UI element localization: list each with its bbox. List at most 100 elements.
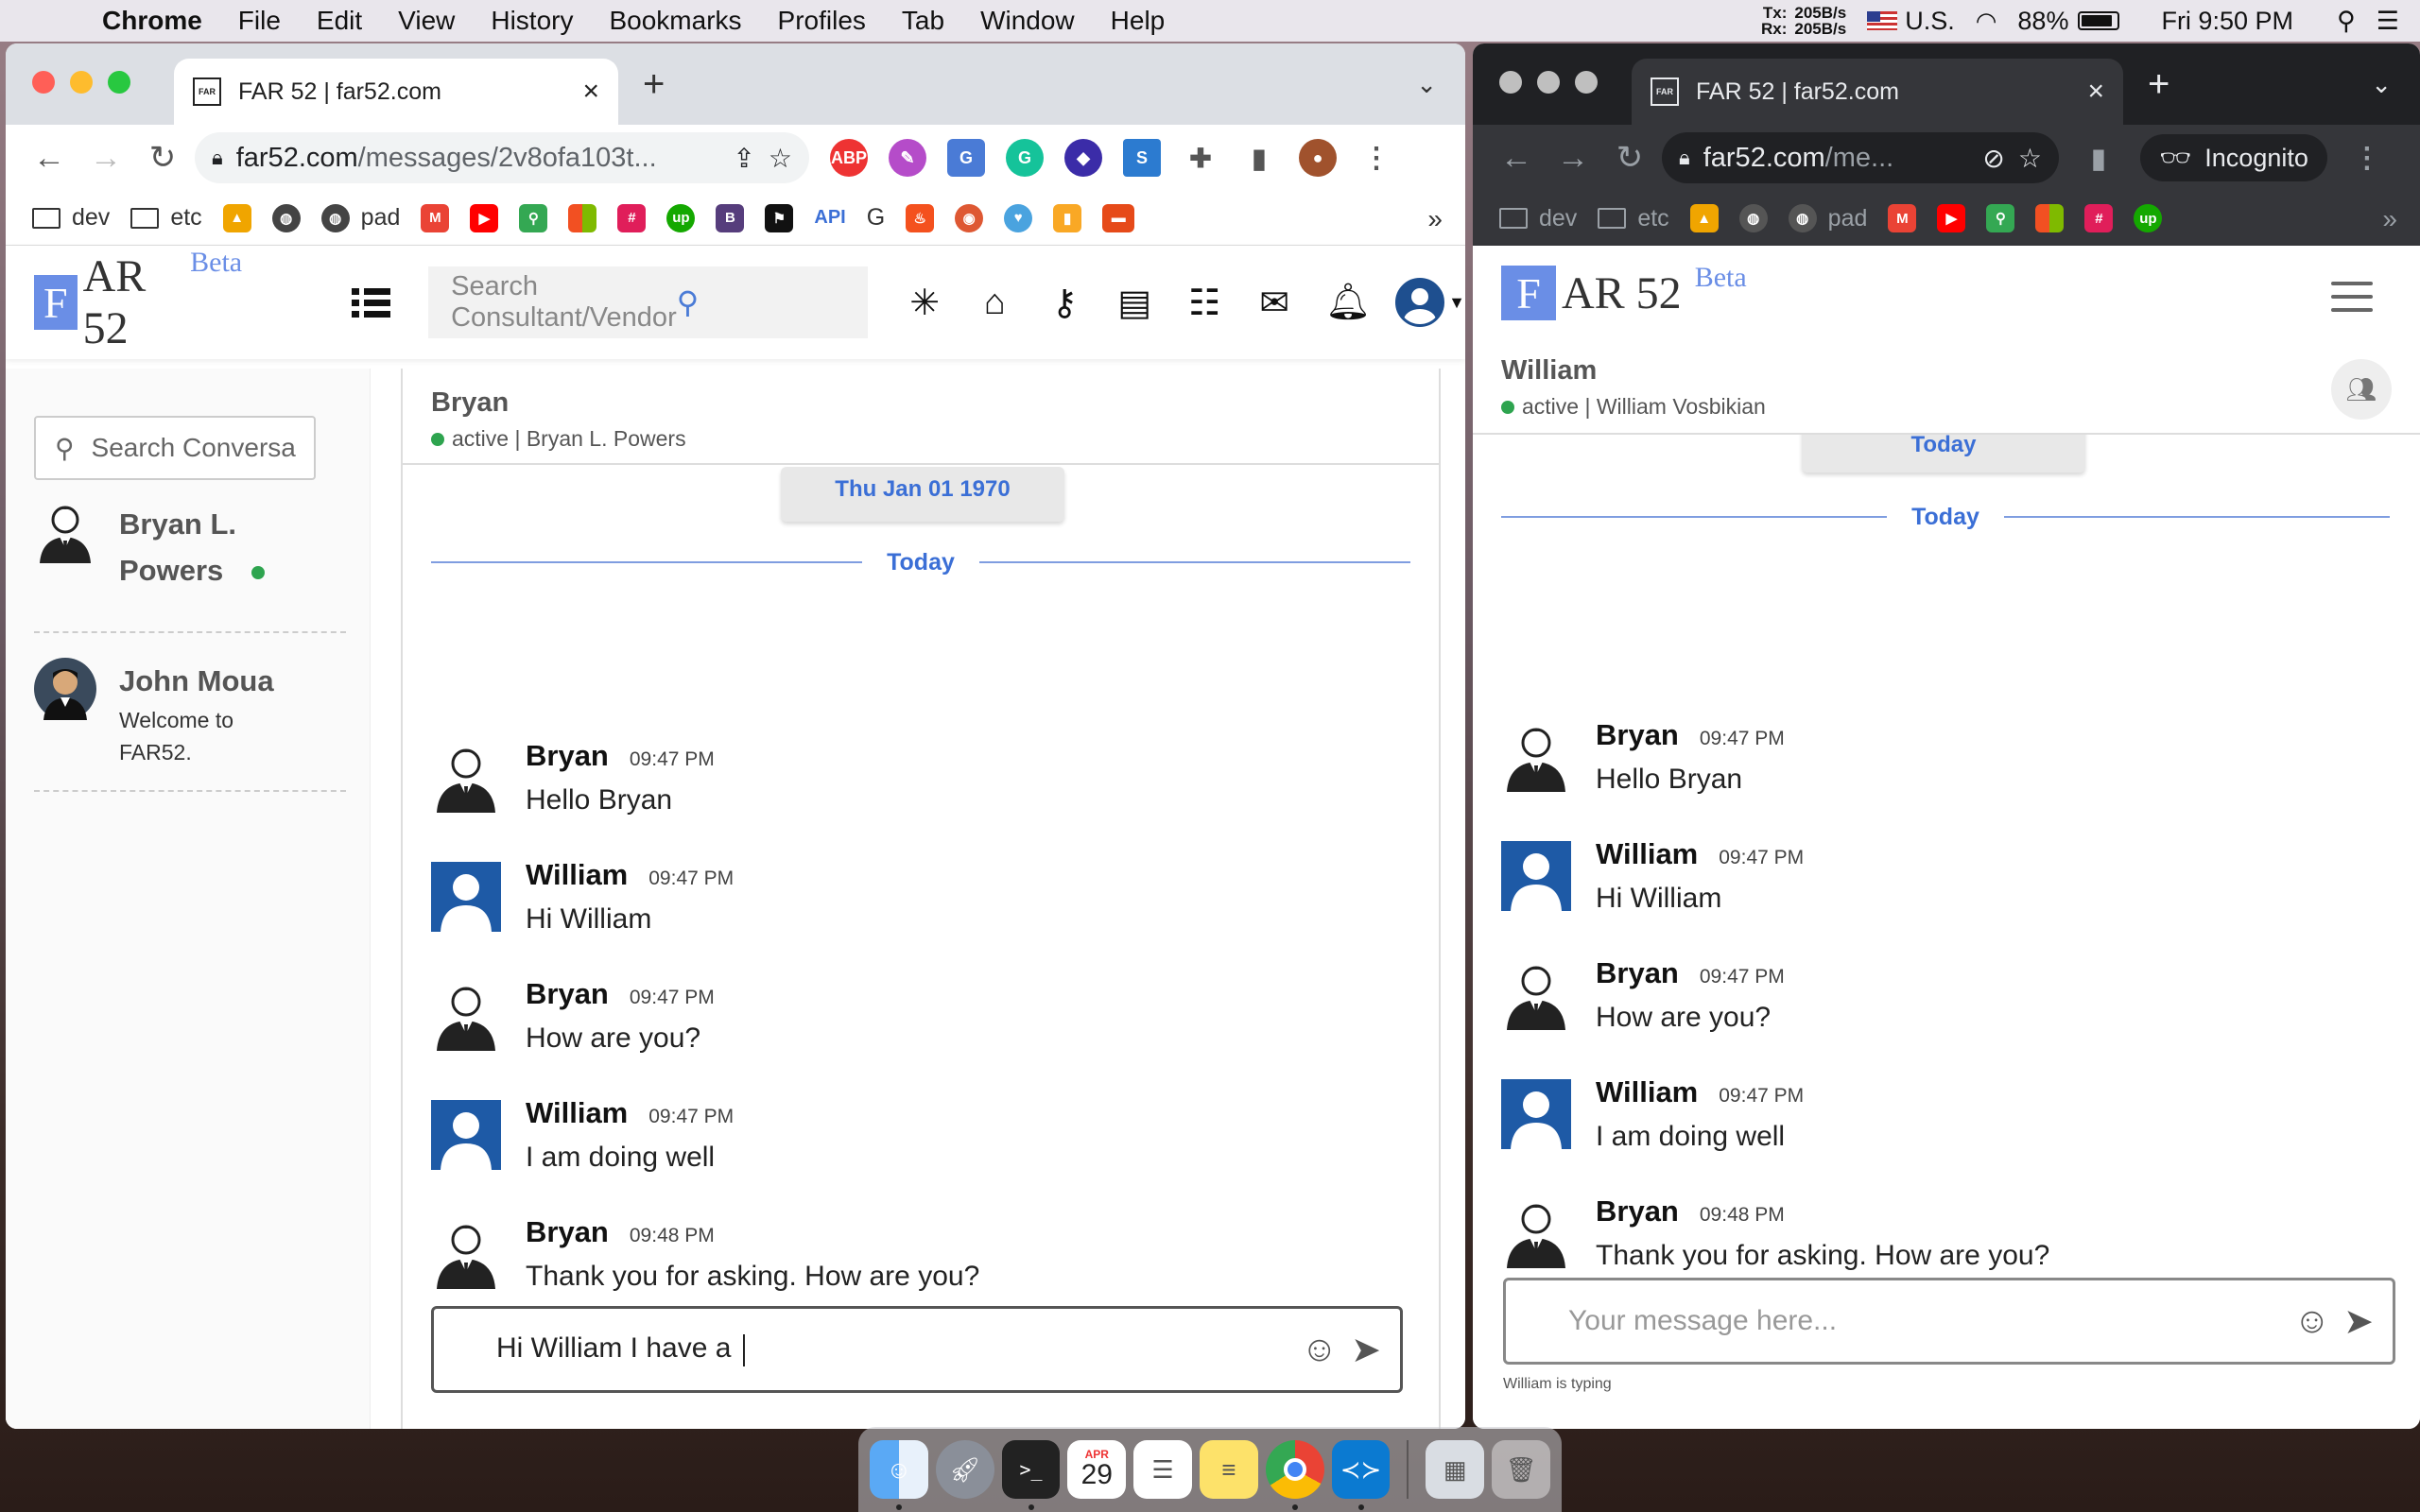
upwork-bookmark-icon[interactable]: up [2134, 204, 2163, 232]
emoji-icon[interactable]: ☺ [2293, 1301, 2330, 1342]
menu-help[interactable]: Help [1111, 6, 1166, 36]
slack-bookmark-icon[interactable]: # [2084, 204, 2114, 232]
tab-close-icon[interactable]: × [2087, 76, 2104, 108]
bookmark-folder-etc[interactable]: etc [130, 204, 202, 232]
address-bar[interactable]: 🔒︎ far52.com/messages/2v8ofa103t... ⇪ ☆ [195, 132, 809, 183]
calendar-icon[interactable]: APR 29 [1067, 1440, 1127, 1499]
send-icon[interactable]: ➤ [2343, 1300, 2374, 1343]
reload-button[interactable]: ↻ [138, 139, 187, 177]
notes-icon[interactable]: ≡ [1199, 1440, 1258, 1499]
back-button[interactable]: ← [1492, 140, 1541, 177]
globe-bookmark-icon[interactable]: ◍ [271, 203, 301, 232]
reload-button[interactable]: ↻ [1605, 139, 1654, 177]
layers-extension-icon[interactable]: ◆ [1064, 139, 1102, 177]
bookmarks-overflow-icon[interactable]: » [2382, 204, 2397, 234]
analytics-bookmark-icon[interactable]: ▮ [1053, 203, 1082, 232]
close-window-button[interactable] [1499, 71, 1522, 94]
slack-bookmark-icon[interactable]: # [617, 203, 647, 232]
duckduckgo-bookmark-icon[interactable]: ◉ [955, 203, 984, 232]
address-bar[interactable]: 🔒︎ far52.com/me... ⊘ ☆ [1662, 132, 2059, 183]
back-button[interactable]: ← [25, 140, 74, 177]
zoom-window-button[interactable] [108, 71, 130, 94]
extensions-puzzle-icon[interactable]: ✚ [1182, 139, 1219, 177]
tab-close-icon[interactable]: × [582, 76, 599, 108]
bootstrap-bookmark-icon[interactable]: B [716, 203, 745, 232]
bookmark-star-icon[interactable]: ☆ [769, 143, 792, 174]
chrome-icon[interactable] [1265, 1440, 1324, 1510]
clock[interactable]: Fri 9:50 PM [2161, 7, 2293, 36]
list-view-icon[interactable] [352, 287, 391, 318]
search-icon[interactable]: ⚲ [677, 284, 845, 320]
battery-icon[interactable] [2078, 11, 2120, 30]
bookmark-folder-dev[interactable]: dev [1499, 205, 1577, 232]
menu-window[interactable]: Window [980, 6, 1075, 36]
tracking-blocked-eye-icon[interactable]: ⊘ [1982, 143, 2004, 174]
far52-logo[interactable]: F AR 52 Beta [34, 247, 242, 354]
user-avatar[interactable] [1395, 278, 1445, 327]
forward-button[interactable]: → [81, 140, 130, 177]
control-center-icon[interactable]: ☰ [2377, 7, 2399, 36]
minimize-window-button[interactable] [1537, 71, 1560, 94]
menu-history[interactable]: History [491, 6, 573, 36]
menu-tab[interactable]: Tab [902, 6, 944, 36]
menu-profiles[interactable]: Profiles [778, 6, 866, 36]
menu-file[interactable]: File [238, 6, 281, 36]
bookmark-api[interactable]: API [814, 207, 845, 229]
menu-bookmarks[interactable]: Bookmarks [609, 6, 741, 36]
people-icon[interactable]: ☷ [1185, 282, 1223, 324]
pma-bookmark-icon[interactable]: ▲ [1689, 204, 1719, 232]
conversation-item[interactable]: Bryan L. Powers [34, 501, 346, 593]
launchpad-icon[interactable]: 🚀︎ [935, 1440, 994, 1499]
chrome-menu-icon[interactable]: ⋮ [1357, 139, 1395, 177]
chrome-menu-icon[interactable]: ⋮ [2348, 139, 2386, 177]
bookmark-g[interactable]: G [867, 204, 885, 232]
microsoft-bookmark-icon[interactable] [568, 203, 597, 232]
heart-bookmark-icon[interactable]: ♥ [1004, 203, 1033, 232]
tool-bookmark-icon[interactable]: ▬ [1102, 203, 1135, 232]
network-monitor[interactable]: Tx: 205B/s Rx: 205B/s [1761, 5, 1846, 37]
news-icon[interactable]: ▤ [1115, 282, 1153, 324]
wifi-icon[interactable]: ◠ [1976, 7, 1997, 36]
bookmark-star-icon[interactable]: ☆ [2018, 143, 2042, 174]
upwork-bookmark-icon[interactable]: up [666, 203, 696, 232]
lock-icon[interactable]: 🔒︎ [1679, 146, 1690, 170]
conversation-item[interactable]: John Moua Welcome to FAR52. [34, 658, 346, 768]
incognito-badge[interactable]: 👓︎ Incognito [2140, 134, 2327, 181]
spotlight-search-icon[interactable]: ⚲ [2337, 7, 2356, 36]
messages-icon[interactable]: ✉ [1255, 282, 1293, 324]
microsoft-bookmark-icon[interactable] [2035, 204, 2065, 232]
eyedropper-extension-icon[interactable]: ✎ [889, 139, 926, 177]
new-tab-button[interactable]: + [643, 63, 665, 106]
finder-icon[interactable]: ☺ [870, 1440, 928, 1510]
flag-bookmark-icon[interactable]: ⚑ [765, 203, 794, 232]
gmail-bookmark-icon[interactable]: M [1888, 204, 1917, 232]
youtube-bookmark-icon[interactable]: ▶ [470, 203, 499, 232]
search-key-icon[interactable]: ⚷ [1046, 282, 1083, 324]
home-icon[interactable]: ⌂ [976, 283, 1013, 323]
share-icon[interactable]: ⇪ [733, 143, 754, 174]
us-flag-icon[interactable] [1867, 11, 1898, 30]
menu-view[interactable]: View [398, 6, 455, 36]
profile-avatar[interactable]: ● [1299, 139, 1337, 177]
bookmark-folder-etc[interactable]: etc [1598, 205, 1669, 232]
message-input[interactable]: Your message here... ☺ ➤ [1503, 1278, 2395, 1365]
emoji-icon[interactable]: ☺ [1301, 1330, 1338, 1370]
adblock-extension-icon[interactable]: ABP [830, 139, 868, 177]
network-icon[interactable]: ✳ [906, 282, 943, 324]
forward-button[interactable]: → [1548, 140, 1598, 177]
side-panel-icon[interactable]: ▮ [2080, 139, 2118, 177]
conversation-search-input[interactable]: ⚲ Search Conversa [34, 416, 316, 480]
maps-bookmark-icon[interactable]: ⚲ [519, 203, 548, 232]
youtube-bookmark-icon[interactable]: ▶ [1937, 204, 1966, 232]
input-source-label[interactable]: U.S. [1905, 7, 1955, 36]
minimize-window-button[interactable] [70, 71, 93, 94]
grammarly-extension-icon[interactable]: G [1006, 139, 1044, 177]
lock-icon[interactable]: 🔒︎ [212, 146, 223, 170]
side-panel-icon[interactable]: ▮ [1240, 139, 1278, 177]
bell-icon[interactable]: 🔔︎ [1325, 282, 1371, 323]
bookmark-pad[interactable]: ◍ pad [1788, 204, 1867, 232]
url-text[interactable]: far52.com/messages/2v8ofa103t... [236, 143, 720, 174]
tab-search-chevron-icon[interactable]: ⌄ [1416, 70, 1437, 99]
hamburger-menu-icon[interactable] [2331, 282, 2373, 321]
battery-percent[interactable]: 88% [2017, 7, 2068, 36]
